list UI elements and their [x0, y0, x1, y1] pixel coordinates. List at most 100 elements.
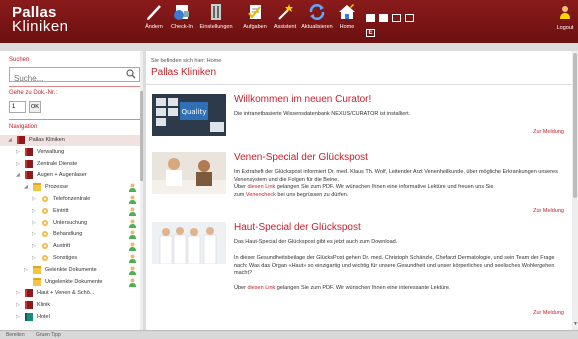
collapsed-arrow-icon[interactable]: ▷ — [32, 231, 36, 237]
layout-three-icon[interactable] — [392, 14, 401, 22]
book-icon — [25, 289, 33, 298]
collapsed-arrow-icon[interactable]: ▷ — [16, 161, 20, 167]
text-fragment: Über — [234, 184, 248, 190]
user-icon — [129, 207, 136, 216]
toolbar-wizard-button[interactable]: Assistent — [272, 3, 298, 41]
news-article: Venen-Special der Glückspost Im Extrahef… — [152, 152, 564, 216]
home-icon — [339, 4, 355, 19]
collapsed-arrow-icon[interactable]: ▷ — [16, 302, 20, 308]
tree-item-label: Gelenkte Dokumente — [45, 266, 97, 273]
more-link[interactable]: Zur Meldung — [533, 310, 564, 316]
collapsed-arrow-icon[interactable]: ▷ — [32, 196, 36, 202]
tree-item[interactable]: ▷ Austritt — [0, 241, 140, 252]
tree-item-label: Untersuchung — [53, 219, 88, 226]
layout-two-icon[interactable] — [379, 14, 388, 22]
app-logo: Pallas Kliniken — [12, 5, 69, 34]
main-scrollbar[interactable]: ▼ — [572, 51, 578, 330]
tree-item[interactable]: ◢ Augen + Augenlaser — [0, 170, 140, 181]
collapsed-arrow-icon[interactable]: ▷ — [16, 314, 20, 320]
article-heading[interactable]: Haut-Special der Glückspost — [234, 222, 361, 233]
tree-item-label: Hotel — [37, 314, 50, 320]
layout-e-button[interactable]: E — [366, 29, 375, 37]
tree-item-label: Eintritt — [53, 207, 69, 214]
medical-team-image — [152, 222, 226, 264]
article-heading[interactable]: Venen-Special der Glückspost — [234, 152, 368, 163]
tree-item-label: Haut + Venen & Schö... — [37, 290, 95, 297]
pdf-link[interactable]: diesen Link — [247, 285, 275, 291]
tree-item-label: Zentrale Dienste — [37, 160, 78, 167]
sidebar-scrollbar[interactable] — [140, 51, 143, 330]
expanded-arrow-icon[interactable]: ◢ — [24, 184, 28, 190]
article-text: In dieser Gesundheitsbeilage der GlücksP… — [234, 255, 555, 276]
doctor-consultation-image — [152, 152, 226, 194]
layout-one-icon[interactable] — [366, 14, 375, 22]
collapsed-arrow-icon[interactable]: ▷ — [32, 220, 36, 226]
logout-label: Logout — [556, 25, 574, 31]
breadcrumb: Sie befinden sich hier: Home — [151, 58, 222, 64]
collapsed-arrow-icon[interactable]: ▷ — [24, 267, 28, 273]
collapsed-arrow-icon[interactable]: ▷ — [32, 243, 36, 249]
toolbar-tasks-button[interactable]: Aufgaben — [243, 3, 267, 41]
toolbar-settings-button[interactable]: Einstellungen — [199, 3, 233, 41]
tree-item[interactable]: ▷ Eintritt — [0, 206, 140, 217]
folder-icon — [33, 183, 41, 192]
article-text: Über diesen Link gelangen Sie zum PDF. W… — [234, 184, 564, 192]
collapsed-arrow-icon[interactable]: ▷ — [16, 290, 20, 296]
expanded-arrow-icon[interactable]: ◢ — [16, 172, 20, 178]
tree-item-label: Klinik — [37, 302, 51, 309]
tree-item[interactable]: ▷ Zentrale Dienste — [0, 159, 140, 170]
venencheck-link[interactable]: Venencheck — [246, 192, 276, 198]
tree-item[interactable]: ▷ Sonstiges — [0, 253, 140, 264]
article-text: Die intranetbasierte Wissensdatenbank NE… — [234, 111, 411, 117]
tree-item[interactable]: ▷ Gelenkte Dokumente — [0, 265, 140, 276]
tree-item[interactable]: ▷ Hotel — [0, 312, 140, 323]
toolbar-edit-button[interactable]: Ändern — [143, 3, 165, 41]
sidebar-scroll-thumb[interactable] — [140, 91, 143, 181]
tree-item[interactable]: ▷ Untersuchung — [0, 218, 140, 229]
tree-item[interactable]: ◢ Prozesse — [0, 182, 140, 193]
docnr-input[interactable]: 1 — [9, 101, 26, 113]
user-logout-icon — [560, 6, 570, 19]
toolbar-settings-label: Einstellungen — [199, 24, 233, 30]
tree-item[interactable]: ◢ Pallas Kliniken — [0, 135, 140, 146]
status-bar: Bereiten Gruen Tipp — [0, 330, 578, 339]
pdf-link[interactable]: diesen Link — [247, 184, 275, 190]
docnr-ok-button[interactable]: OK — [29, 101, 41, 113]
logout-button[interactable]: Logout — [552, 5, 578, 31]
collapsed-arrow-icon[interactable]: ▷ — [16, 149, 20, 155]
layout-four-icon[interactable] — [405, 14, 414, 22]
tree-item[interactable]: ▷ Behandlung — [0, 229, 140, 240]
tree-item[interactable]: ▷ Telefonzentrale — [0, 194, 140, 205]
process-gear-icon — [42, 231, 48, 238]
search-input[interactable] — [10, 72, 120, 85]
refresh-icon — [309, 4, 325, 20]
article-heading[interactable]: Willkommen im neuen Curator! — [234, 94, 371, 105]
toolbar-home-button[interactable]: Home — [336, 3, 358, 41]
tasks-icon — [248, 5, 261, 19]
divider — [146, 84, 572, 85]
scroll-down-icon[interactable]: ▼ — [573, 321, 578, 327]
process-gear-icon — [42, 255, 48, 261]
expanded-arrow-icon[interactable]: ◢ — [8, 137, 12, 143]
collapsed-arrow-icon[interactable]: ▷ — [32, 255, 36, 261]
tree-item[interactable]: ▷ Haut + Venen & Schö... — [0, 288, 140, 299]
more-link[interactable]: Zur Meldung — [533, 208, 564, 214]
search-icon[interactable] — [126, 69, 136, 79]
tree-item-label: Pallas Kliniken — [29, 137, 65, 143]
article-text: Im Extraheft der Glückspost informiert D… — [234, 169, 558, 183]
toolbar-refresh-button[interactable]: Aktualisieren — [300, 3, 334, 41]
tree-item[interactable]: ▷ Verwaltung — [0, 147, 140, 158]
book-icon — [25, 159, 33, 168]
process-gear-icon — [42, 207, 48, 214]
main-scroll-thumb[interactable] — [573, 53, 577, 198]
text-fragment: gelangen Sie zum PDF. Wir wünschen Ihnen… — [275, 285, 451, 291]
tree-item[interactable]: ▷ Klinik — [0, 300, 140, 311]
main-content: Sie befinden sich hier: Home Pallas Klin… — [146, 51, 572, 330]
toolbar-check-in-button[interactable]: Check-In — [169, 3, 195, 41]
search-label: Suchen — [9, 57, 30, 63]
tree-item[interactable]: Ungelenkte Dokumente — [0, 277, 140, 288]
book-icon — [17, 136, 25, 144]
article-text: zum Venencheck bei uns begrüssen zu dürf… — [234, 192, 564, 200]
more-link[interactable]: Zur Meldung — [533, 129, 564, 135]
collapsed-arrow-icon[interactable]: ▷ — [32, 208, 36, 214]
